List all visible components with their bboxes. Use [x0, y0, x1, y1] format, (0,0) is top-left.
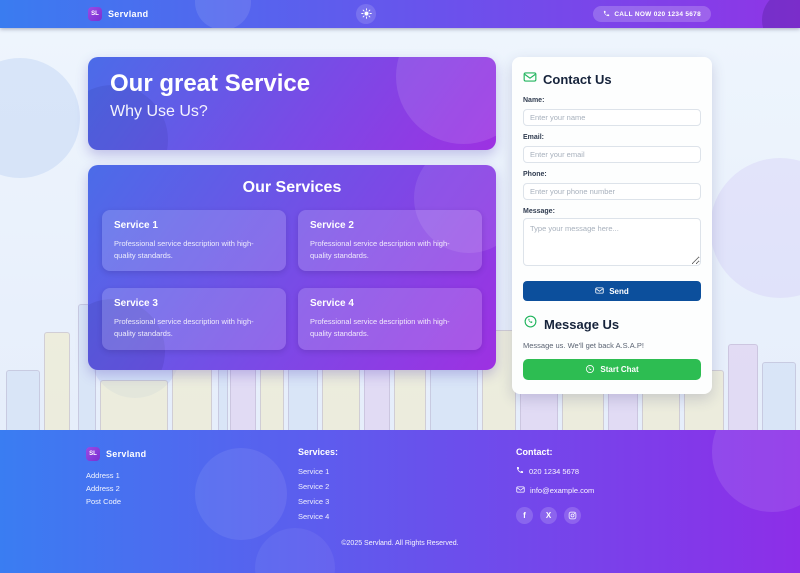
- message-us-section: Message Us Message us. We'll get back A.…: [523, 314, 701, 380]
- background-decor-circle: [710, 158, 800, 298]
- phone-icon: [603, 10, 610, 19]
- footer-address: Address 1 Address 2 Post Code: [86, 470, 298, 508]
- whatsapp-chat-icon: [585, 364, 595, 376]
- service-card-4[interactable]: Service 4 Professional service descripti…: [298, 288, 482, 349]
- footer-phone-row[interactable]: 020 1234 5678: [516, 466, 714, 476]
- service-description: Professional service description with hi…: [310, 316, 470, 339]
- service-title: Service 4: [310, 298, 470, 309]
- hero-title: Our great Service: [110, 70, 474, 98]
- service-title: Service 1: [114, 220, 274, 231]
- name-label: Name:: [523, 97, 701, 104]
- send-envelope-icon: [595, 286, 604, 297]
- start-chat-label: Start Chat: [600, 365, 638, 374]
- service-card-1[interactable]: Service 1 Professional service descripti…: [102, 210, 286, 271]
- brand-logo[interactable]: SL Servland: [88, 7, 148, 21]
- services-grid: Service 1 Professional service descripti…: [102, 210, 482, 350]
- phone-label: Phone:: [523, 171, 701, 178]
- envelope-icon: [523, 70, 537, 89]
- name-input[interactable]: [523, 109, 701, 126]
- theme-toggle-button[interactable]: [356, 4, 376, 24]
- sun-icon: [361, 7, 372, 22]
- footer-link-service-2[interactable]: Service 2: [298, 482, 516, 491]
- facebook-icon[interactable]: f: [516, 507, 533, 524]
- main-content: Our great Service Why Use Us? Our Servic…: [0, 28, 800, 430]
- footer-contact-column: Contact: 020 1234 5678 info@example.com …: [516, 447, 714, 527]
- phone-icon: [516, 466, 524, 476]
- envelope-icon: [516, 485, 525, 496]
- address-line-2: Address 2: [86, 483, 298, 496]
- service-description: Professional service description with hi…: [114, 316, 274, 339]
- address-post-code: Post Code: [86, 496, 298, 509]
- hero-subtitle: Why Use Us?: [110, 103, 474, 121]
- footer-contact-heading: Contact:: [516, 447, 714, 457]
- footer-logo-badge: SL: [86, 447, 100, 461]
- message-textarea[interactable]: [523, 218, 701, 266]
- service-description: Professional service description with hi…: [114, 238, 274, 261]
- footer-decor-circle: [255, 528, 335, 573]
- send-label: Send: [609, 287, 629, 296]
- top-navbar: SL Servland CALL NOW 020 1234 5678: [0, 0, 800, 28]
- message-label: Message:: [523, 208, 701, 215]
- header-decor-circle: [195, 0, 251, 28]
- contact-card: Contact Us Name: Email: Phone: Message:: [512, 57, 712, 394]
- call-now-label: CALL NOW 020 1234 5678: [614, 11, 701, 18]
- footer-link-service-4[interactable]: Service 4: [298, 512, 516, 521]
- background-decor-circle: [0, 58, 80, 178]
- footer-services-heading: Services:: [298, 447, 516, 457]
- footer-link-service-3[interactable]: Service 3: [298, 497, 516, 506]
- footer-email-address: info@example.com: [530, 486, 594, 495]
- footer-decor-circle: [712, 430, 800, 512]
- footer-email-row[interactable]: info@example.com: [516, 485, 714, 496]
- footer-link-service-1[interactable]: Service 1: [298, 467, 516, 476]
- footer: SL Servland Address 1 Address 2 Post Cod…: [0, 430, 800, 573]
- footer-logo[interactable]: SL Servland: [86, 447, 298, 461]
- send-button[interactable]: Send: [523, 281, 701, 301]
- email-label: Email:: [523, 134, 701, 141]
- x-icon[interactable]: X: [540, 507, 557, 524]
- services-title: Our Services: [102, 179, 482, 197]
- footer-brand-column: SL Servland Address 1 Address 2 Post Cod…: [86, 447, 298, 527]
- left-column: Our great Service Why Use Us? Our Servic…: [88, 57, 496, 394]
- footer-brand-name: Servland: [106, 449, 146, 459]
- message-us-text: Message us. We'll get back A.S.A.P!: [523, 341, 701, 350]
- footer-services-column: Services: Service 1 Service 2 Service 3 …: [298, 447, 516, 527]
- service-card-2[interactable]: Service 2 Professional service descripti…: [298, 210, 482, 271]
- social-links: f X: [516, 507, 714, 524]
- hero-card: Our great Service Why Use Us?: [88, 57, 496, 150]
- service-title: Service 2: [310, 220, 470, 231]
- right-column: Contact Us Name: Email: Phone: Message:: [512, 57, 712, 394]
- copyright-text: ©2025 Servland. All Rights Reserved.: [0, 540, 800, 547]
- email-input[interactable]: [523, 146, 701, 163]
- brand-name: Servland: [108, 9, 148, 19]
- call-now-button[interactable]: CALL NOW 020 1234 5678: [593, 6, 711, 22]
- whatsapp-icon: [523, 314, 538, 334]
- footer-phone-number: 020 1234 5678: [529, 467, 579, 476]
- contact-us-title: Contact Us: [543, 72, 612, 87]
- start-chat-button[interactable]: Start Chat: [523, 359, 701, 380]
- phone-input[interactable]: [523, 183, 701, 200]
- instagram-icon[interactable]: [564, 507, 581, 524]
- header-decor-circle: [762, 0, 800, 28]
- service-description: Professional service description with hi…: [310, 238, 470, 261]
- service-title: Service 3: [114, 298, 274, 309]
- logo-badge: SL: [88, 7, 102, 21]
- message-us-title: Message Us: [544, 317, 619, 332]
- services-section: Our Services Service 1 Professional serv…: [88, 165, 496, 370]
- service-card-3[interactable]: Service 3 Professional service descripti…: [102, 288, 286, 349]
- address-line-1: Address 1: [86, 470, 298, 483]
